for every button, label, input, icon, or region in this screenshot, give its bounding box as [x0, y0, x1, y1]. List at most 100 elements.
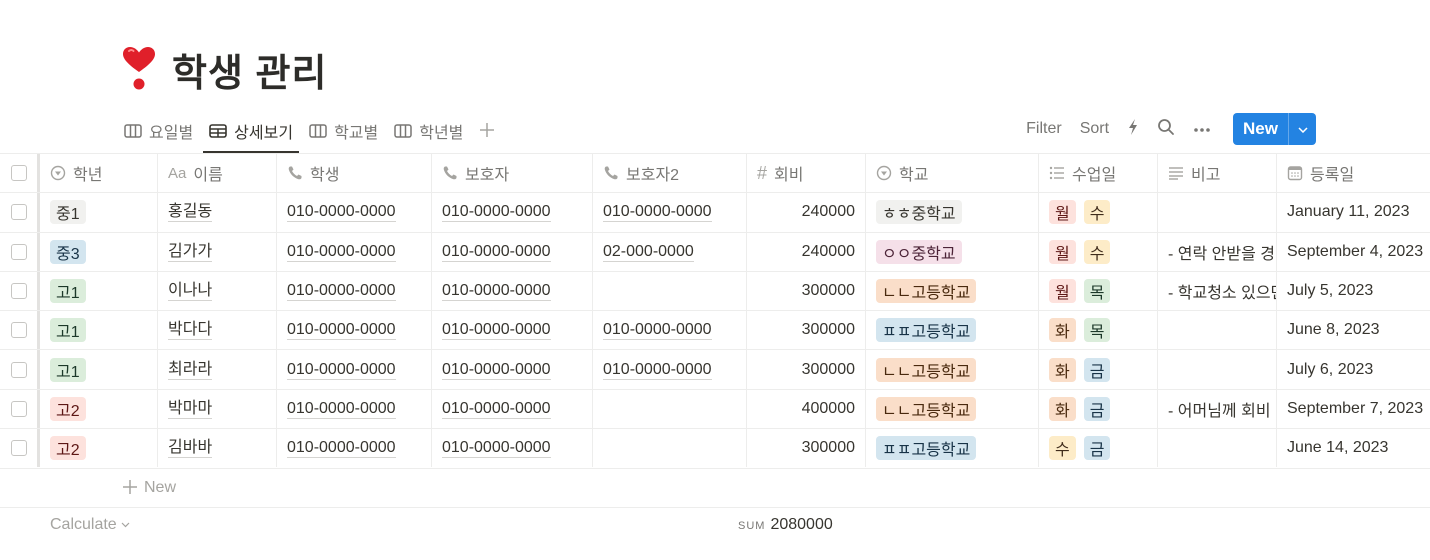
select-all-checkbox-cell[interactable] — [0, 154, 40, 193]
fee-cell[interactable]: 300000 — [747, 271, 866, 311]
name-cell[interactable]: 박마마 — [158, 389, 277, 429]
tab-school-view[interactable]: 학교별 — [301, 108, 386, 154]
student-phone[interactable]: 010-0000-0000 — [287, 320, 396, 341]
student-phone-cell[interactable]: 010-0000-0000 — [277, 193, 432, 232]
row-checkbox[interactable] — [10, 243, 27, 260]
parent2-phone[interactable]: 010-0000-0000 — [603, 202, 712, 223]
parent2-phone-cell[interactable] — [593, 429, 747, 468]
student-phone[interactable]: 010-0000-0000 — [287, 202, 396, 223]
tab-weekday-view[interactable]: 요일별 — [116, 108, 201, 154]
row-checkbox[interactable] — [10, 283, 27, 300]
table-row[interactable]: 중1 홍길동 010-0000-0000 010-0000-0000 010-0000-… — [0, 192, 1430, 232]
student-phone-cell[interactable]: 010-0000-0000 — [277, 271, 432, 311]
column-header-school[interactable]: 학교 — [866, 154, 1039, 193]
registered-date-cell[interactable]: July 6, 2023 — [1277, 350, 1430, 388]
student-phone-cell[interactable]: 010-0000-0000 — [277, 311, 432, 350]
school-cell[interactable]: ㅇㅇ중학교 — [866, 232, 1039, 271]
fee-cell[interactable]: 300000 — [747, 429, 866, 468]
sort-button[interactable]: Sort — [1080, 120, 1109, 138]
column-header-parent2-phone[interactable]: 보호자2 — [593, 154, 747, 193]
heart-exclamation-icon[interactable] — [120, 46, 158, 92]
filter-button[interactable]: Filter — [1026, 120, 1062, 138]
registered-date-cell[interactable]: September 7, 2023 — [1277, 390, 1430, 428]
parent-phone-cell[interactable]: 010-0000-0000 — [432, 311, 593, 350]
add-row-button[interactable]: New — [122, 476, 176, 500]
new-button[interactable]: New — [1233, 113, 1288, 145]
grade-cell[interactable]: 중1 — [40, 193, 158, 232]
student-phone[interactable]: 010-0000-0000 — [287, 360, 396, 380]
parent-phone-cell[interactable]: 010-0000-0000 — [432, 271, 593, 311]
student-phone[interactable]: 010-0000-0000 — [287, 438, 396, 459]
row-checkbox-cell[interactable] — [0, 429, 40, 468]
table-row[interactable]: 고2 박마마 010-0000-0000 010-0000-0000 400000 ㄴㄴ고… — [0, 388, 1430, 429]
days-cell[interactable]: 월목 — [1039, 271, 1158, 311]
registered-date-cell[interactable]: July 5, 2023 — [1277, 272, 1430, 310]
automation-button[interactable] — [1127, 118, 1139, 141]
row-checkbox[interactable] — [10, 204, 27, 221]
note-cell[interactable]: - 학교청소 있으면 — [1158, 271, 1277, 311]
school-cell[interactable]: ㅍㅍ고등학교 — [866, 311, 1039, 350]
more-button[interactable] — [1193, 120, 1211, 138]
school-cell[interactable]: ㅎㅎ중학교 — [866, 193, 1039, 232]
parent-phone[interactable]: 010-0000-0000 — [442, 281, 551, 302]
grade-cell[interactable]: 중3 — [40, 232, 158, 271]
row-checkbox-cell[interactable] — [0, 389, 40, 429]
note-cell[interactable]: - 어머님께 회비 — [1158, 389, 1277, 429]
table-row[interactable]: 고1 이나나 010-0000-0000 010-0000-0000 300000 ㄴㄴ고… — [0, 270, 1430, 311]
name-cell[interactable]: 이나나 — [158, 271, 277, 311]
registered-date-cell[interactable]: September 4, 2023 — [1277, 233, 1430, 271]
name-cell[interactable]: 홍길동 — [158, 193, 277, 232]
note-cell[interactable] — [1158, 311, 1277, 350]
student-phone-cell[interactable]: 010-0000-0000 — [277, 389, 432, 429]
column-header-parent-phone[interactable]: 보호자 — [432, 154, 593, 193]
table-row[interactable]: 중3 김가가 010-0000-0000 010-0000-0000 02-000-00… — [0, 231, 1430, 271]
student-name[interactable]: 홍길동 — [168, 202, 213, 223]
column-header-fee[interactable]: # 회비 — [747, 154, 866, 193]
column-header-days[interactable]: 수업일 — [1039, 154, 1158, 193]
row-checkbox[interactable] — [10, 440, 27, 457]
parent2-phone[interactable]: 010-0000-0000 — [603, 320, 712, 341]
row-checkbox-cell[interactable] — [0, 271, 40, 311]
parent-phone[interactable]: 010-0000-0000 — [442, 320, 551, 341]
row-checkbox-cell[interactable] — [0, 232, 40, 271]
new-dropdown-button[interactable] — [1288, 113, 1316, 145]
days-cell[interactable]: 수금 — [1039, 429, 1158, 468]
parent-phone[interactable]: 010-0000-0000 — [442, 242, 551, 262]
student-name[interactable]: 최라라 — [168, 360, 213, 380]
parent2-phone-cell[interactable] — [593, 271, 747, 311]
parent2-phone-cell[interactable]: 010-0000-0000 — [593, 311, 747, 350]
name-cell[interactable]: 김가가 — [158, 232, 277, 271]
student-name[interactable]: 박다다 — [168, 320, 213, 341]
tab-grade-view[interactable]: 학년별 — [386, 108, 471, 154]
grade-cell[interactable]: 고1 — [40, 271, 158, 311]
parent2-phone[interactable]: 02-000-0000 — [603, 242, 694, 262]
row-checkbox-cell[interactable] — [0, 193, 40, 232]
parent-phone-cell[interactable]: 010-0000-0000 — [432, 193, 593, 232]
parent-phone-cell[interactable]: 010-0000-0000 — [432, 429, 593, 468]
table-row[interactable]: 고2 김바바 010-0000-0000 010-0000-0000 300000 ㅍㅍ고… — [0, 428, 1430, 468]
select-all-checkbox[interactable] — [10, 165, 27, 182]
note-cell[interactable] — [1158, 193, 1277, 232]
days-cell[interactable]: 월수 — [1039, 232, 1158, 271]
student-phone-cell[interactable]: 010-0000-0000 — [277, 429, 432, 468]
student-name[interactable]: 김바바 — [168, 438, 213, 459]
student-phone-cell[interactable]: 010-0000-0000 — [277, 232, 432, 271]
grade-cell[interactable]: 고1 — [40, 350, 158, 389]
note-cell[interactable]: - 연락 안받을 경 — [1158, 232, 1277, 271]
column-header-student-phone[interactable]: 학생 — [277, 154, 432, 193]
days-cell[interactable]: 화목 — [1039, 311, 1158, 350]
days-cell[interactable]: 월수 — [1039, 193, 1158, 232]
table-row[interactable]: 고1 최라라 010-0000-0000 010-0000-0000 010-0000-… — [0, 349, 1430, 389]
student-phone[interactable]: 010-0000-0000 — [287, 281, 396, 302]
days-cell[interactable]: 화금 — [1039, 350, 1158, 389]
student-phone-cell[interactable]: 010-0000-0000 — [277, 350, 432, 389]
name-cell[interactable]: 김바바 — [158, 429, 277, 468]
fee-cell[interactable]: 300000 — [747, 311, 866, 350]
name-cell[interactable]: 박다다 — [158, 311, 277, 350]
grade-cell[interactable]: 고1 — [40, 311, 158, 350]
add-view-button[interactable] — [471, 108, 503, 154]
column-header-grade[interactable]: 학년 — [40, 154, 158, 193]
row-checkbox[interactable] — [10, 400, 27, 417]
fee-cell[interactable]: 240000 — [747, 232, 866, 271]
column-header-name[interactable]: Aa 이름 — [158, 154, 277, 193]
